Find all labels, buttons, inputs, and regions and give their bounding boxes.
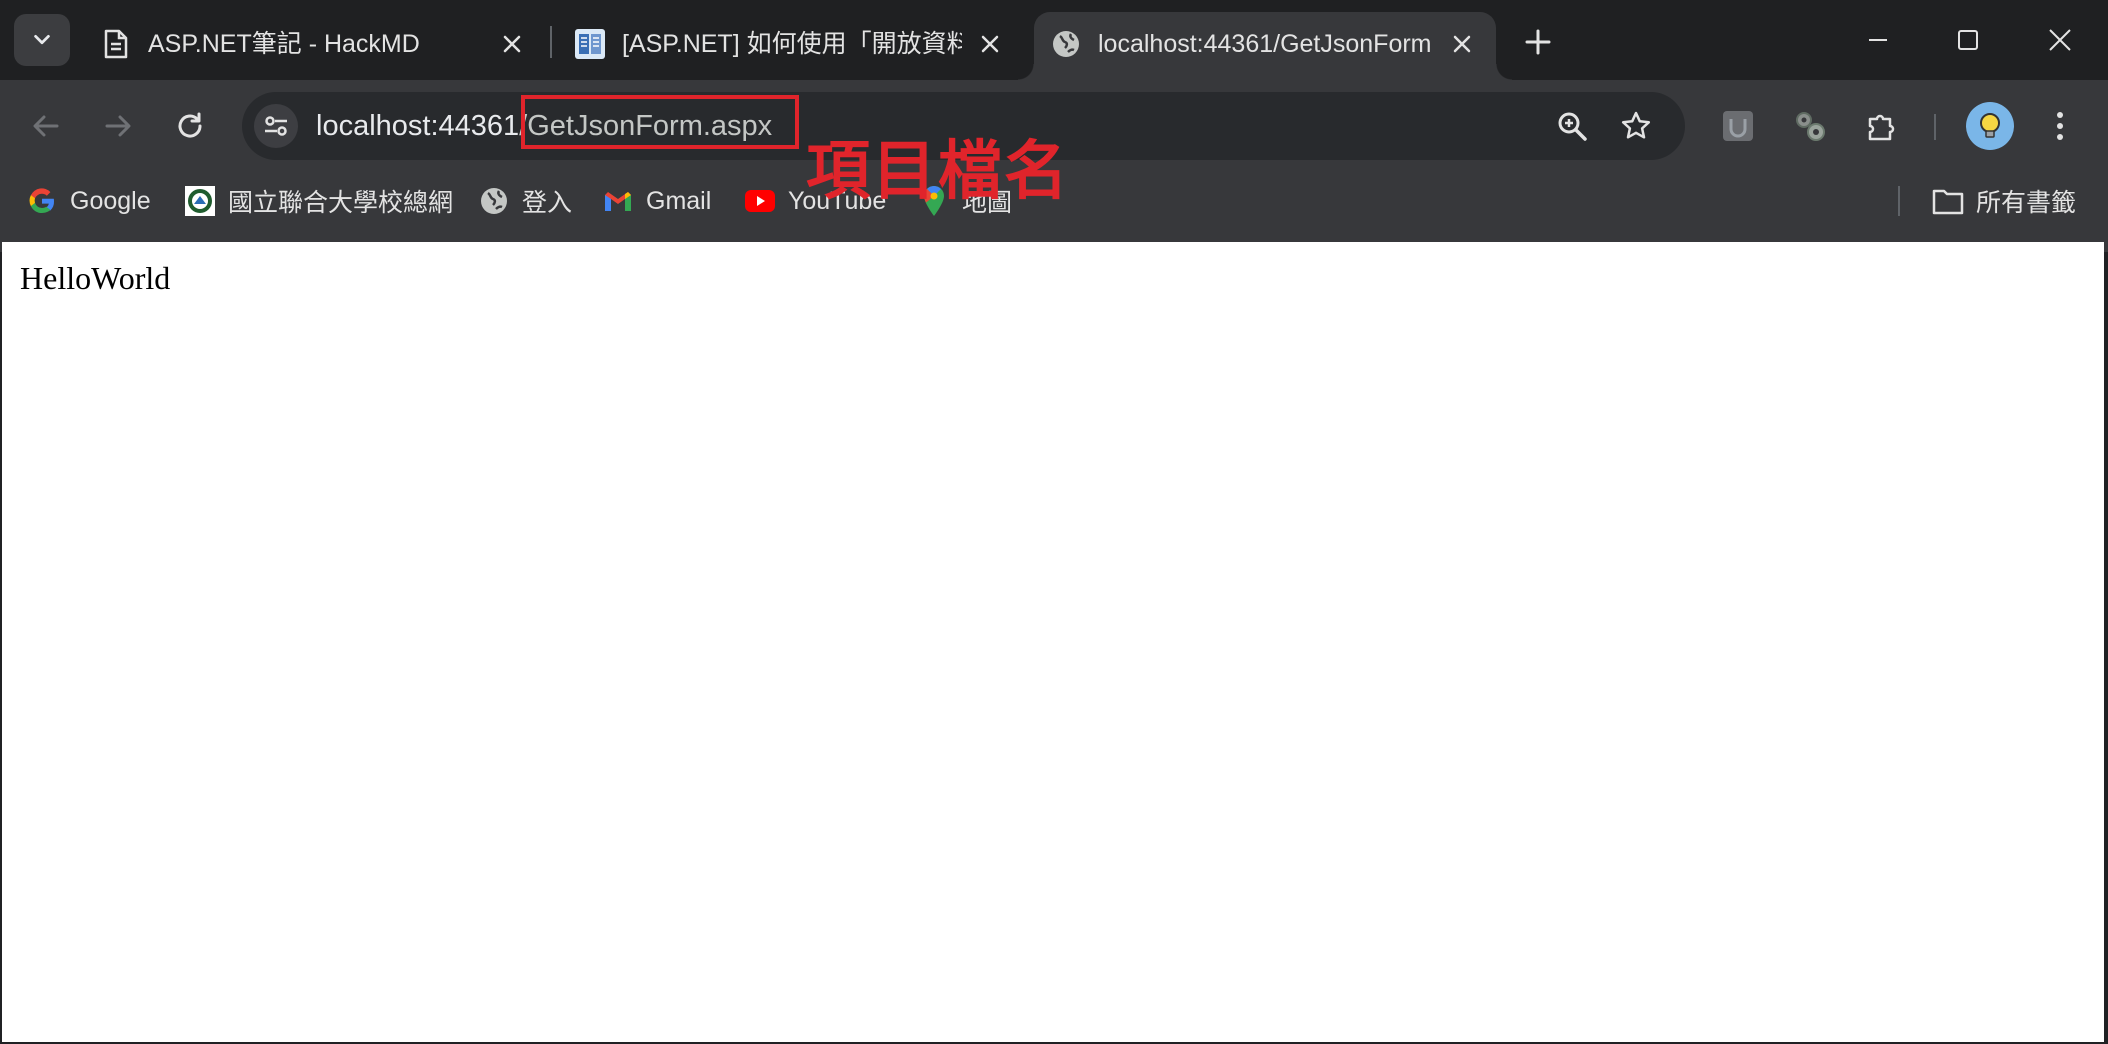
arrow-left-icon (33, 115, 59, 137)
maximize-button[interactable] (1938, 14, 1998, 66)
avatar[interactable] (1966, 102, 2014, 150)
bookmark-label: Google (70, 186, 151, 215)
extension-badge-icon (1723, 111, 1753, 141)
arrow-right-icon (105, 115, 131, 137)
reload-button[interactable] (166, 102, 214, 150)
tab-strip: ASP.NET筆記 - HackMD [ASP.NET] 如何使用「開放資料 l… (0, 0, 2108, 80)
minimize-button[interactable] (1848, 14, 1908, 66)
tab-title: [ASP.NET] 如何使用「開放資料 (622, 30, 962, 58)
reload-icon (178, 112, 202, 138)
tab-separator (550, 26, 552, 58)
bookmark-login[interactable]: 登入 (478, 180, 572, 222)
folder-icon (1932, 185, 1964, 217)
toolbar-separator (1934, 114, 1936, 140)
bookmarks-separator (1898, 186, 1900, 216)
blog-favicon (574, 28, 606, 60)
bookmark-label: 所有書籤 (1976, 189, 2077, 217)
zoom-in-icon (1558, 112, 1587, 141)
bookmark-university[interactable]: 國立聯合大學校總網 (184, 180, 453, 222)
gmail-icon (602, 185, 634, 217)
close-icon[interactable] (1446, 28, 1478, 60)
site-info-button[interactable] (254, 104, 298, 148)
puzzle-icon (1868, 114, 1895, 141)
extension-button[interactable] (1714, 102, 1762, 150)
bookmark-label: 登入 (522, 189, 573, 217)
annotation-label: 項目檔名 (806, 135, 1070, 209)
document-icon (100, 28, 132, 60)
page-viewport: HelloWorld (2, 242, 2104, 1042)
globe-icon (1050, 28, 1082, 60)
bookmark-star-button[interactable] (1616, 106, 1656, 146)
bookmark-label: Gmail (646, 186, 712, 215)
bookmark-gmail[interactable]: Gmail (602, 180, 711, 222)
forward-button[interactable] (94, 102, 142, 150)
globe-icon (478, 185, 510, 217)
zoom-button[interactable] (1552, 106, 1592, 146)
maximize-icon (1958, 30, 1978, 50)
close-icon[interactable] (974, 28, 1006, 60)
new-tab-button[interactable] (1518, 22, 1558, 62)
close-icon (2049, 29, 2071, 51)
star-icon (1621, 111, 1651, 139)
url-path-highlight-box (521, 95, 799, 149)
tab-asp-net-article[interactable]: [ASP.NET] 如何使用「開放資料 (558, 12, 1018, 80)
url-host: localhost:44361 (316, 110, 520, 142)
youtube-icon (744, 185, 776, 217)
tab-search-button[interactable] (14, 14, 70, 66)
gear-icon (1796, 112, 1825, 141)
plus-icon (1525, 29, 1551, 55)
more-vert-icon (2057, 112, 2063, 140)
tab-hackmd[interactable]: ASP.NET筆記 - HackMD (84, 12, 544, 80)
lightbulb-icon (1980, 113, 2000, 138)
menu-button[interactable] (2036, 102, 2084, 150)
page-content-text: HelloWorld (20, 260, 171, 296)
tab-localhost[interactable]: localhost:44361/GetJsonForm (1018, 12, 1512, 80)
chevron-down-icon (34, 34, 50, 45)
extension-button[interactable] (1786, 102, 1834, 150)
tab-title: ASP.NET筆記 - HackMD (148, 30, 420, 58)
bookmark-label: 國立聯合大學校總網 (228, 189, 454, 217)
minimize-icon (1869, 39, 1887, 41)
extensions-button[interactable] (1858, 102, 1906, 150)
google-icon (26, 185, 58, 217)
back-button[interactable] (22, 102, 70, 150)
tune-icon (265, 116, 287, 136)
close-icon[interactable] (496, 28, 528, 60)
bookmark-google[interactable]: Google (26, 180, 151, 222)
all-bookmarks-button[interactable]: 所有書籤 (1932, 180, 2076, 222)
close-window-button[interactable] (2030, 14, 2090, 66)
tab-title: localhost:44361/GetJsonForm (1098, 30, 1432, 58)
university-icon (184, 185, 216, 217)
